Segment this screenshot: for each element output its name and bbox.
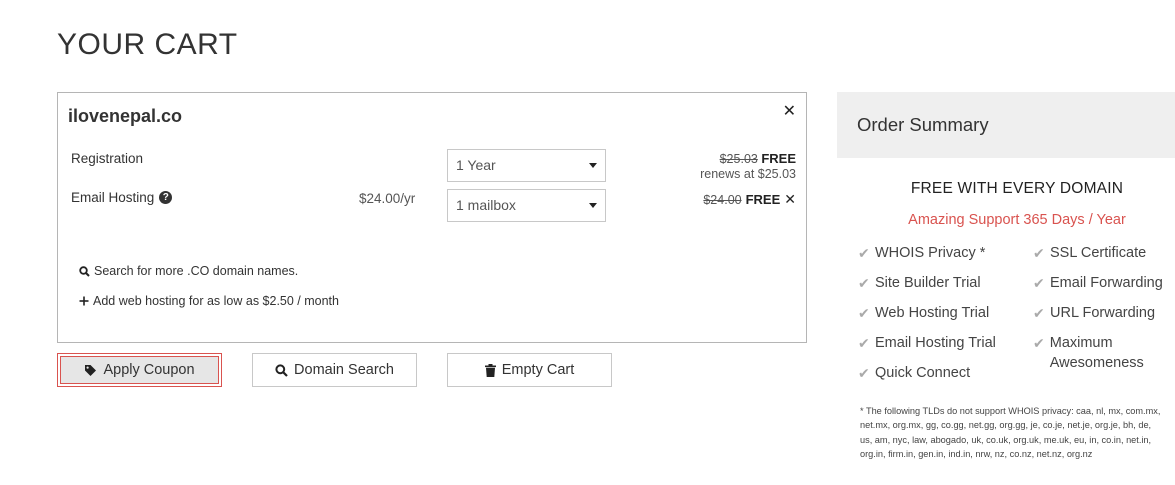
renewal-price: renews at $25.03 — [700, 167, 796, 181]
check-icon: ✔ — [1033, 335, 1045, 351]
apply-coupon-button[interactable]: Apply Coupon — [57, 353, 222, 387]
registration-price: $25.03 FREE renews at $25.03 — [700, 151, 796, 181]
email-hosting-yearly-price: $24.00/yr — [359, 191, 416, 206]
email-old-price: $24.00 — [703, 192, 742, 207]
cart-item: ilovenepal.co ✕ Registration 1 Year $25.… — [57, 92, 807, 343]
check-icon: ✔ — [858, 365, 870, 381]
order-summary-header: Order Summary — [837, 92, 1175, 158]
check-icon: ✔ — [1033, 305, 1045, 321]
search-more-domains-link[interactable]: Search for more .CO domain names. — [79, 264, 298, 278]
feature-item: ✔ Site Builder Trial — [858, 275, 981, 291]
feature-item: ✔ Quick Connect — [858, 365, 971, 381]
mailbox-count-select[interactable]: 1 mailbox — [447, 189, 606, 222]
remove-domain-button[interactable]: ✕ — [783, 101, 796, 121]
remove-email-hosting-button[interactable]: ✕ — [784, 191, 796, 208]
check-icon: ✔ — [858, 335, 870, 351]
chevron-down-icon — [589, 163, 597, 168]
plus-icon — [79, 296, 89, 306]
domain-name: ilovenepal.co — [68, 106, 183, 126]
feature-item: ✔ Maximum Awesomeness — [1033, 335, 1144, 371]
search-icon — [79, 265, 90, 277]
check-icon: ✔ — [1033, 245, 1045, 261]
email-hosting-price: $24.00 FREE ✕ — [703, 191, 796, 208]
registration-term-select[interactable]: 1 Year — [447, 149, 606, 182]
feature-item: ✔ URL Forwarding — [1033, 305, 1156, 321]
check-icon: ✔ — [858, 305, 870, 321]
feature-item: ✔ Web Hosting Trial — [858, 305, 990, 321]
check-icon: ✔ — [1033, 275, 1045, 291]
search-icon — [275, 363, 288, 377]
whois-footnote: * The following TLDs do not support WHOI… — [860, 406, 1161, 459]
help-icon[interactable]: ? — [159, 191, 173, 204]
email-free-badge: FREE — [745, 192, 781, 207]
chevron-down-icon — [589, 203, 597, 208]
check-icon: ✔ — [858, 275, 870, 291]
feature-item: ✔ WHOIS Privacy * — [858, 245, 986, 261]
registration-free-badge: FREE — [761, 151, 796, 166]
support-tagline: Amazing Support 365 Days / Year — [908, 212, 1126, 228]
feature-item: ✔ Email Hosting Trial — [858, 335, 996, 351]
tag-icon — [85, 364, 97, 376]
add-web-hosting-link[interactable]: Add web hosting for as low as $2.50 / mo… — [79, 294, 339, 308]
free-with-domain-title: FREE WITH EVERY DOMAIN — [910, 180, 1124, 197]
domain-search-button[interactable]: Domain Search — [252, 353, 417, 387]
email-hosting-label: Email Hosting ? — [71, 190, 173, 205]
feature-item: ✔ SSL Certificate — [1033, 245, 1147, 261]
feature-item: ✔ Email Forwarding — [1033, 275, 1163, 291]
registration-old-price: $25.03 — [719, 152, 758, 166]
check-icon: ✔ — [858, 245, 870, 261]
page-title: YOUR CART — [57, 28, 238, 61]
trash-icon — [484, 363, 496, 377]
empty-cart-button[interactable]: Empty Cart — [447, 353, 612, 387]
registration-label: Registration — [71, 151, 144, 166]
order-summary-title: Order Summary — [857, 114, 989, 135]
